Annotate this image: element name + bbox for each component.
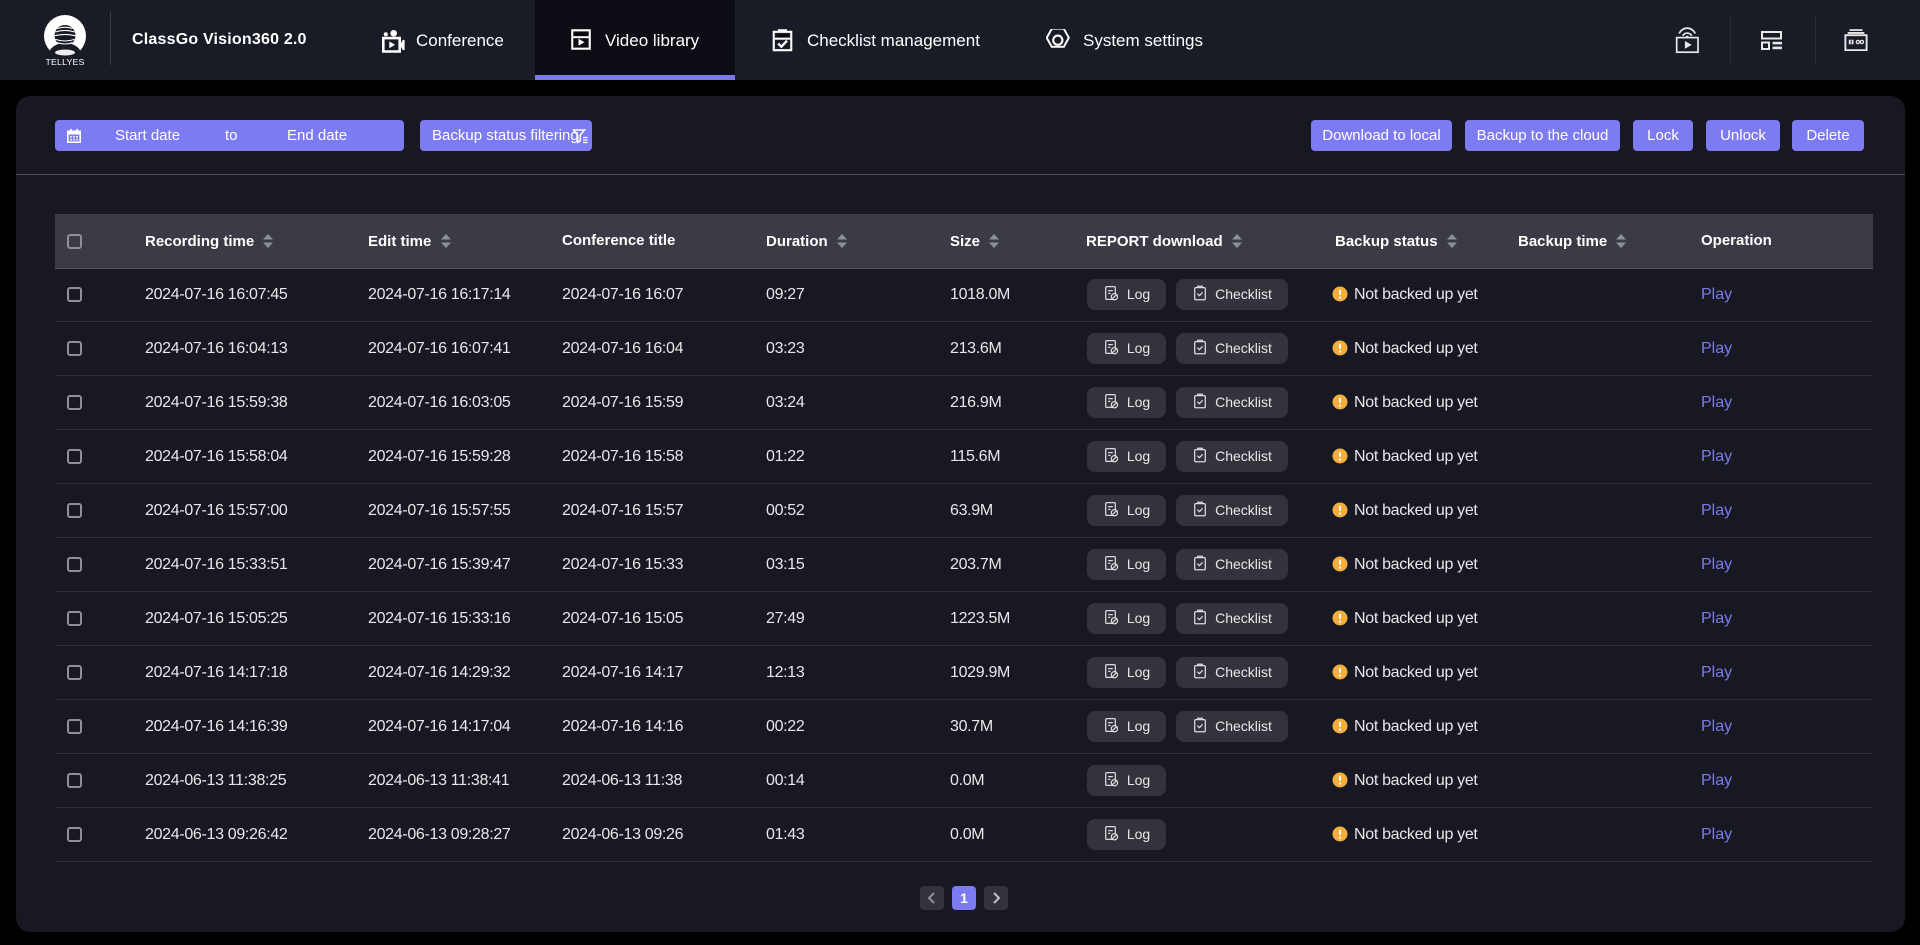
svg-text:TELLYES: TELLYES <box>46 57 85 67</box>
